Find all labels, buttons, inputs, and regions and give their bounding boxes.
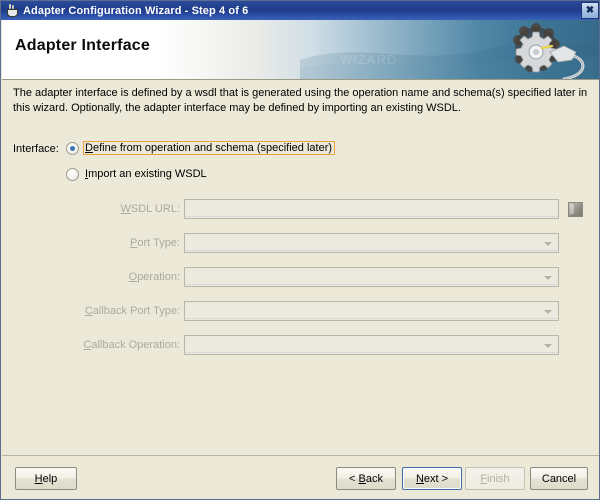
- select-port-type[interactable]: [184, 233, 559, 253]
- chevron-down-icon: [544, 310, 552, 314]
- page-title: Adapter Interface: [15, 37, 150, 54]
- label-port-type: Port Type:: [2, 233, 180, 253]
- java-coffee-cup-icon: [5, 3, 19, 18]
- description-text: The adapter interface is defined by a ws…: [13, 87, 588, 114]
- radio-import-an-existing-wsdl[interactable]: Import an existing WSDL: [66, 167, 210, 181]
- label-operation-mnemonic: O: [128, 271, 138, 283]
- next-button[interactable]: Next >: [402, 467, 462, 490]
- field-row-callback-port-type: Callback Port Type:: [2, 301, 599, 321]
- back-button[interactable]: < Back: [336, 467, 396, 490]
- radio-define-from-operation-and-schema[interactable]: Define from operation and schema (specif…: [66, 141, 336, 155]
- wizard-header-banner: WIZARD Adapter Interface: [2, 20, 599, 79]
- label-callback-operation: Callback Operation:: [2, 335, 180, 355]
- label-callback-port-type: Callback Port Type:: [2, 301, 180, 321]
- help-button[interactable]: Help: [15, 467, 77, 490]
- field-row-port-type: Port Type:: [2, 233, 599, 253]
- input-wsdl-url[interactable]: [184, 199, 559, 219]
- radio-define-mnemonic: D: [85, 142, 93, 154]
- label-operation-text: peration:: [137, 271, 180, 283]
- select-callback-operation-value: [186, 337, 557, 353]
- radio-selected-icon: [66, 141, 79, 155]
- radio-import-text: mport an existing WSDL: [88, 168, 207, 180]
- close-glyph: ✖: [585, 4, 595, 16]
- cancel-button-label: Cancel: [541, 472, 577, 485]
- adapter-configuration-wizard-dialog: Adapter Configuration Wizard - Step 4 of…: [0, 0, 600, 500]
- select-callback-operation[interactable]: [184, 335, 559, 355]
- label-wsdl-url: WSDL URL:: [2, 199, 181, 219]
- window-title: Adapter Configuration Wizard - Step 4 of…: [23, 4, 249, 17]
- gear-and-cable-icon: [513, 23, 585, 79]
- wizard-footer: Help < Back Next > Finish Cancel: [2, 456, 599, 499]
- field-row-callback-operation: Callback Operation:: [2, 335, 599, 355]
- folder-browse-icon[interactable]: [565, 199, 585, 219]
- help-button-label: Help: [34, 472, 58, 485]
- label-callback-port-type-mnemonic: C: [84, 305, 93, 317]
- radio-import-label: Import an existing WSDL: [83, 167, 210, 181]
- finish-button: Finish: [465, 467, 525, 490]
- next-button-label: Next >: [415, 472, 449, 485]
- label-callback-port-type-text: allback Port Type:: [92, 305, 180, 317]
- close-icon[interactable]: ✖: [581, 2, 599, 19]
- select-operation[interactable]: [184, 267, 559, 287]
- label-wsdl-url-text: SDL URL:: [130, 203, 180, 215]
- label-callback-operation-text: allback Operation:: [91, 339, 180, 351]
- chevron-down-icon: [544, 276, 552, 280]
- svg-text:WIZARD: WIZARD: [340, 52, 397, 67]
- radio-define-label: Define from operation and schema (specif…: [83, 141, 336, 155]
- label-wsdl-url-mnemonic: W: [120, 203, 131, 215]
- label-port-type-text: ort Type:: [137, 237, 180, 249]
- field-row-operation: Operation:: [2, 267, 599, 287]
- label-operation: Operation:: [2, 267, 180, 287]
- radio-unselected-icon: [66, 167, 79, 181]
- input-wsdl-url-value: [186, 201, 557, 217]
- chevron-down-icon: [544, 242, 552, 246]
- wizard-body: The adapter interface is defined by a ws…: [2, 80, 599, 455]
- cancel-button[interactable]: Cancel: [530, 467, 588, 490]
- select-callback-port-type-value: [186, 303, 557, 319]
- select-port-type-value: [186, 235, 557, 251]
- title-bar: Adapter Configuration Wizard - Step 4 of…: [1, 1, 599, 20]
- select-operation-value: [186, 269, 557, 285]
- interface-label: Interface:: [13, 143, 59, 155]
- finish-button-label: Finish: [480, 472, 510, 485]
- radio-define-text: efine from operation and schema (specifi…: [92, 142, 333, 154]
- chevron-down-icon: [544, 344, 552, 348]
- back-button-label: < Back: [349, 472, 383, 485]
- select-callback-port-type[interactable]: [184, 301, 559, 321]
- field-row-wsdl-url: WSDL URL:: [2, 199, 599, 219]
